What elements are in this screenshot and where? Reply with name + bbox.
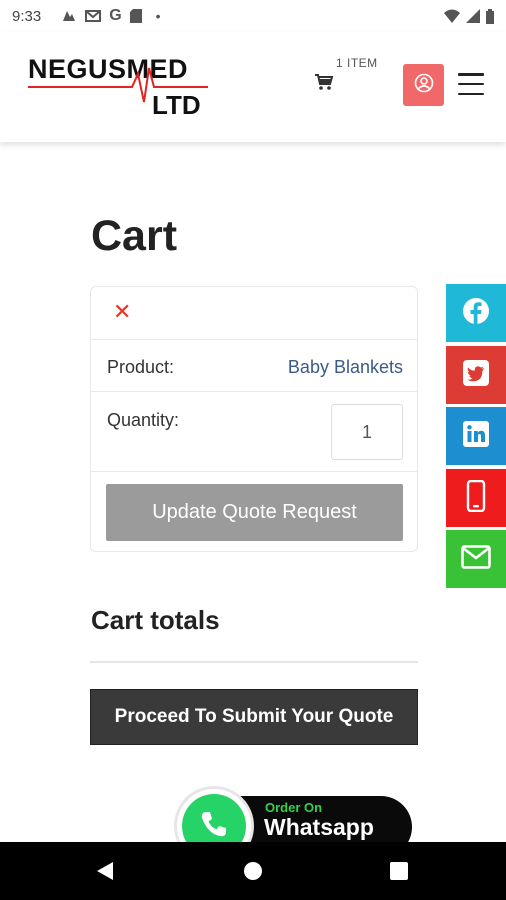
home-icon[interactable] <box>244 862 262 880</box>
wifi-icon <box>444 9 460 23</box>
linkedin-icon <box>462 420 490 453</box>
product-label: Product: <box>107 357 175 377</box>
email-share-button[interactable] <box>446 530 506 588</box>
update-quote-button[interactable]: Update Quote Request <box>106 484 403 541</box>
phone-icon <box>466 479 486 517</box>
cloud-app-icon <box>61 9 77 23</box>
linkedin-share-button[interactable] <box>446 407 506 465</box>
phone-share-button[interactable] <box>446 469 506 527</box>
facebook-icon <box>462 297 490 330</box>
site-header: NEGUSMED LTD 1 ITEM <box>0 32 506 142</box>
remove-row: ✕ <box>91 287 417 340</box>
twitter-share-button[interactable] <box>446 346 506 404</box>
back-icon[interactable] <box>96 861 114 886</box>
sd-card-icon <box>129 9 142 23</box>
status-time: 9:33 <box>12 7 42 25</box>
product-row: Product: Baby Blankets <box>91 340 417 392</box>
facebook-share-button[interactable] <box>446 284 506 342</box>
quantity-row: Quantity: 1 <box>91 392 417 472</box>
cart-item-card: ✕ Product: Baby Blankets Quantity: 1 Upd… <box>90 286 418 552</box>
proceed-submit-quote-button[interactable]: Proceed To Submit Your Quote <box>90 689 418 745</box>
google-icon: G <box>109 7 122 24</box>
recent-apps-icon[interactable] <box>390 862 408 880</box>
account-button[interactable] <box>403 64 444 106</box>
email-icon <box>461 544 491 574</box>
android-nav-bar <box>0 842 506 900</box>
divider <box>90 661 418 663</box>
status-bar: 9:33 G • <box>0 0 506 32</box>
quantity-label: Quantity: <box>107 410 180 430</box>
logo-bottom-text: LTD <box>152 90 201 120</box>
notification-dot: • <box>155 8 161 24</box>
battery-icon <box>486 8 494 24</box>
cart-icon[interactable] <box>314 72 334 92</box>
twitter-icon <box>462 359 490 392</box>
cart-item-count[interactable]: 1 ITEM <box>336 56 378 70</box>
quantity-input[interactable]: 1 <box>331 404 403 460</box>
hamburger-menu-icon[interactable] <box>458 73 484 95</box>
remove-item-icon[interactable]: ✕ <box>113 301 131 323</box>
gmail-icon <box>85 10 102 22</box>
product-link[interactable]: Baby Blankets <box>288 357 403 378</box>
signal-icon <box>466 9 480 23</box>
negusmed-logo[interactable]: NEGUSMED LTD <box>28 54 208 122</box>
whatsapp-phone-icon <box>196 806 232 847</box>
cart-totals-heading: Cart totals <box>91 605 220 635</box>
user-icon <box>414 73 434 98</box>
page-title: Cart <box>91 212 178 260</box>
whatsapp-order-label: Order On <box>265 800 323 815</box>
whatsapp-name: Whatsapp <box>264 814 374 840</box>
